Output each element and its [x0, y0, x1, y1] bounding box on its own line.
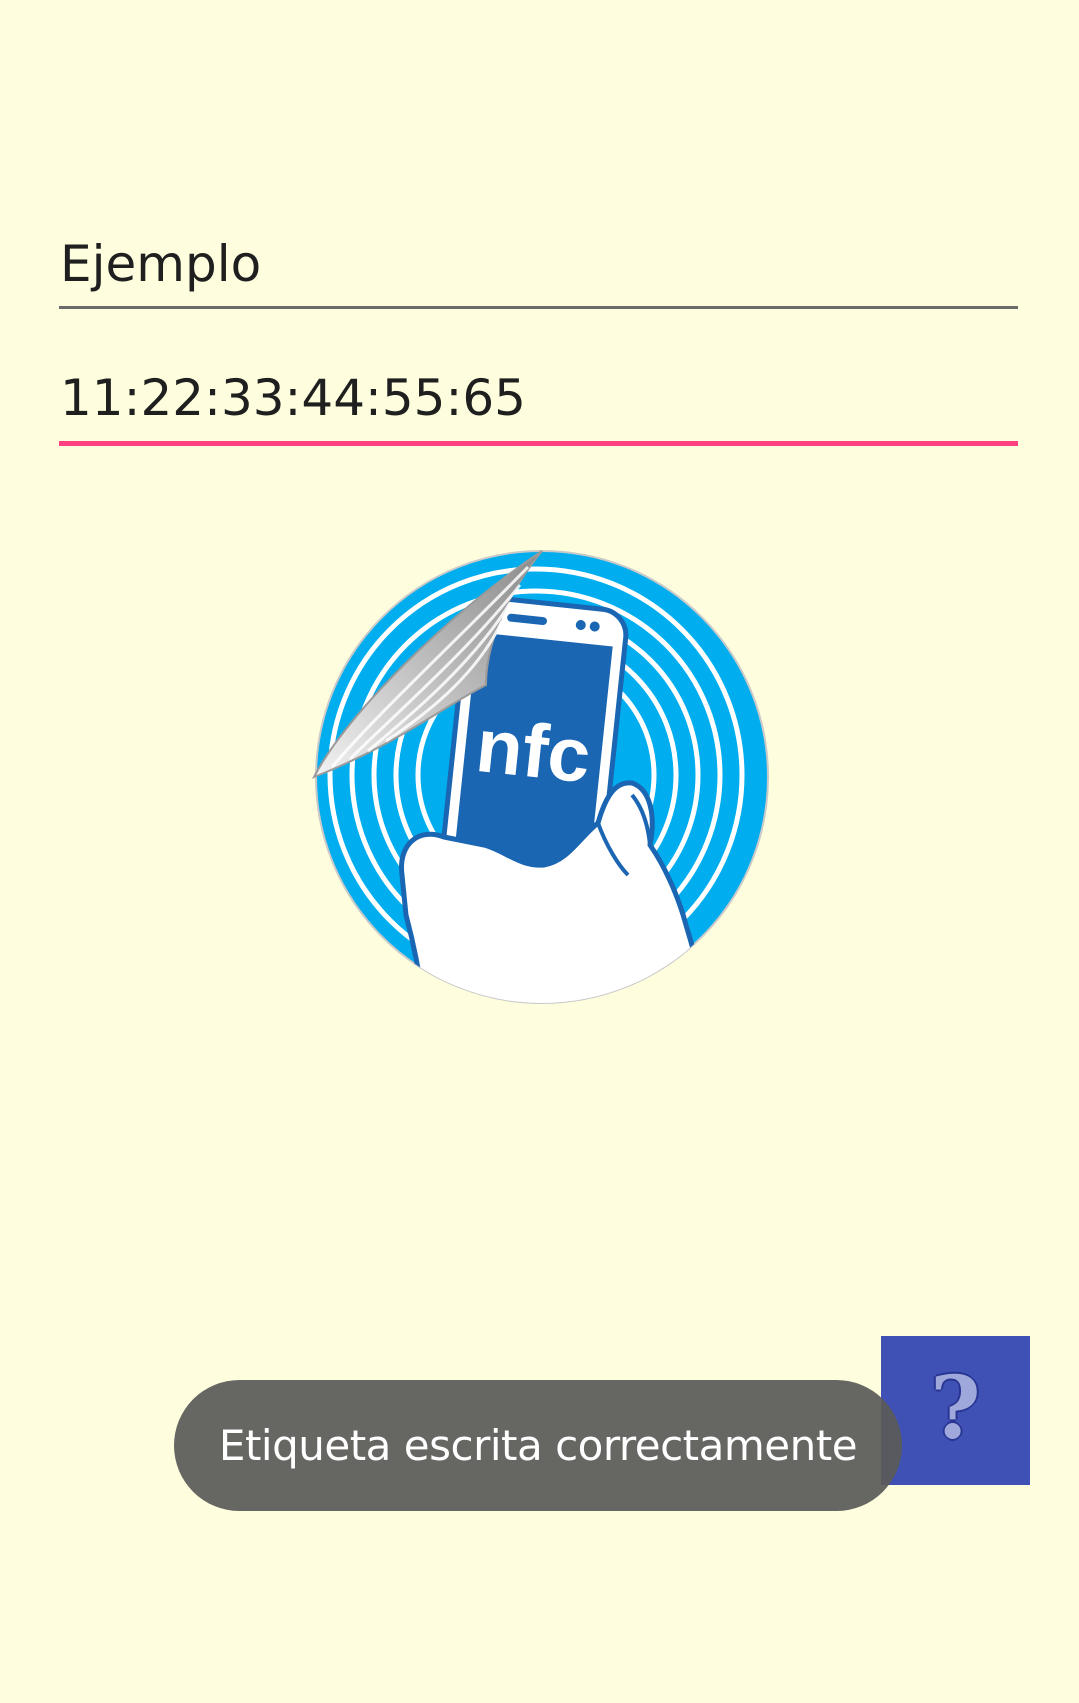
- name-input[interactable]: Ejemplo: [59, 230, 1018, 310]
- toast-message: Etiqueta escrita correctamente: [174, 1380, 902, 1511]
- mac-address-input[interactable]: 11:22:33:44:55:65: [59, 368, 1018, 448]
- mac-address-input-value: 11:22:33:44:55:65: [60, 369, 526, 427]
- nfc-label: nfc: [472, 703, 594, 799]
- toast-text: Etiqueta escrita correctamente: [218, 1421, 858, 1470]
- name-input-value: Ejemplo: [60, 235, 262, 293]
- help-button[interactable]: ?: [881, 1336, 1030, 1485]
- nfc-sticker-icon: nfc: [311, 550, 769, 1004]
- name-input-underline: [59, 306, 1018, 309]
- help-icon: ?: [930, 1357, 981, 1459]
- mac-address-input-underline: [59, 441, 1018, 446]
